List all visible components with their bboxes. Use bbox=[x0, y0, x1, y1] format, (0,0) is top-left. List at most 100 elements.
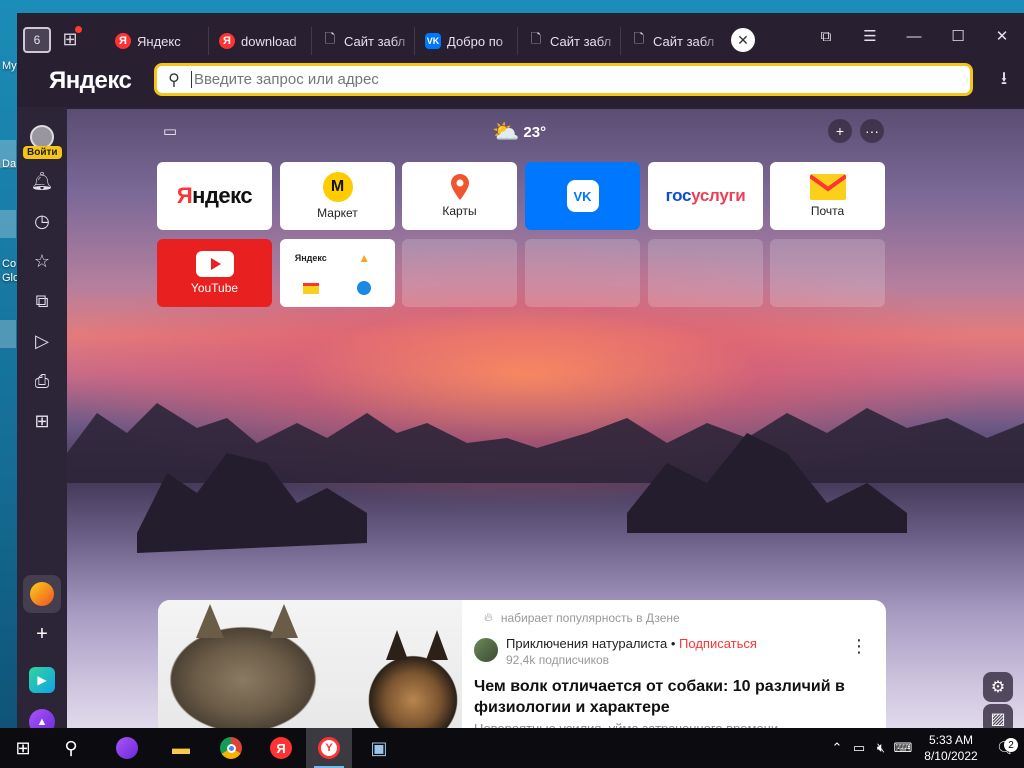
tabs-panel-button[interactable]: ▭ bbox=[159, 122, 181, 140]
tile-empty[interactable] bbox=[770, 239, 885, 307]
tab[interactable]: Я Яндекс bbox=[105, 27, 208, 55]
desktop-icon-label[interactable]: Da bbox=[2, 158, 16, 170]
add-tile-button[interactable]: + bbox=[828, 119, 852, 143]
settings-button[interactable]: ⚙ bbox=[983, 672, 1013, 702]
yandex-browser-taskbar-button[interactable]: Y bbox=[306, 728, 352, 768]
keyboard-icon[interactable]: ⌨ bbox=[892, 740, 914, 756]
omnibox-input[interactable] bbox=[191, 71, 951, 88]
partly-cloudy-icon: ⛅ bbox=[492, 119, 520, 144]
tile-empty[interactable] bbox=[525, 239, 640, 307]
tab-title: Сайт забл bbox=[344, 33, 406, 49]
plus-icon: + bbox=[36, 622, 48, 645]
collections-button[interactable]: ⧉ bbox=[804, 19, 848, 53]
close-window-button[interactable]: ✕ bbox=[980, 19, 1024, 53]
weather-widget[interactable]: ⛅ 23° bbox=[492, 119, 546, 145]
tab-title: Добро по bbox=[447, 33, 503, 49]
tab[interactable]: 🗋 Сайт забл bbox=[517, 27, 620, 55]
tile-maps[interactable]: Карты bbox=[402, 162, 517, 230]
screenshot-icon[interactable]: ⎙ bbox=[30, 369, 54, 393]
yandex-browser-icon: Y bbox=[318, 737, 340, 759]
tile-yandex[interactable]: Яндекс bbox=[157, 162, 272, 230]
download-icon: ⭳ bbox=[1000, 68, 1008, 88]
menu-button[interactable]: ☰ bbox=[848, 19, 892, 53]
add-panel-button[interactable]: + bbox=[23, 615, 61, 653]
play-icon[interactable]: ▷ bbox=[30, 329, 54, 353]
tile-empty[interactable] bbox=[402, 239, 517, 307]
search-icon: ⚲ bbox=[64, 737, 78, 758]
volume-muted-icon[interactable]: 🔇︎ bbox=[870, 740, 892, 756]
minimize-button[interactable]: — bbox=[892, 19, 936, 53]
zen-news-card[interactable]: 🔥︎ набирает популярность в Дзене Приключ… bbox=[158, 600, 886, 740]
tile-market[interactable]: M Маркет bbox=[280, 162, 395, 230]
yandex-logo-rest: ндекс bbox=[192, 183, 253, 208]
maximize-button[interactable]: ☐ bbox=[936, 19, 980, 53]
tab[interactable]: Яdownload bbox=[208, 27, 311, 55]
tile-folder[interactable]: Яндекс ▲ bbox=[280, 239, 395, 307]
omnibox[interactable]: ⚲ bbox=[154, 63, 973, 96]
close-tab-button[interactable]: ✕ bbox=[731, 28, 755, 52]
search-icon: ⚲ bbox=[168, 71, 180, 89]
gear-icon: ⚙ bbox=[990, 679, 1006, 696]
network-icon[interactable]: ▭ bbox=[848, 740, 870, 756]
collections-icon[interactable]: ⧉ bbox=[30, 289, 54, 313]
alice-taskbar-button[interactable] bbox=[104, 728, 150, 768]
folder-yandex-label: Яндекс bbox=[294, 253, 327, 263]
tab-title: download bbox=[241, 33, 297, 49]
mail-app-icon bbox=[30, 582, 54, 606]
chevron-up-icon[interactable]: ⌃ bbox=[826, 740, 848, 756]
app-taskbar-button[interactable]: ▣ bbox=[356, 728, 402, 768]
channel-info: Приключения натуралиста • Подписаться 92… bbox=[506, 636, 757, 667]
channel-name[interactable]: Приключения натуралиста bbox=[506, 636, 667, 651]
weather-temp: 23° bbox=[523, 123, 547, 141]
explorer-button[interactable]: ▬ bbox=[158, 728, 204, 768]
desktop-icon[interactable] bbox=[0, 320, 16, 348]
start-button[interactable]: ⊞ bbox=[0, 728, 46, 768]
tab[interactable]: 🗋 Сайт забл bbox=[311, 27, 414, 55]
tile-mail[interactable]: Почта bbox=[770, 162, 885, 230]
gosuslugi-logo-part: услуги bbox=[691, 186, 746, 205]
tile-youtube[interactable]: YouTube bbox=[157, 239, 272, 307]
alice-icon bbox=[116, 737, 138, 759]
map-pin-icon bbox=[450, 174, 469, 200]
tab[interactable]: 🗋 Сайт забл bbox=[620, 27, 723, 55]
star-icon[interactable]: ☆ bbox=[30, 249, 54, 273]
new-tab-button[interactable]: ⊞ bbox=[57, 26, 83, 51]
tile-gosuslugi[interactable]: госуслуги bbox=[648, 162, 763, 230]
channel-avatar[interactable] bbox=[474, 638, 498, 662]
login-button[interactable]: Войти bbox=[23, 146, 62, 159]
tab-count-button[interactable]: 6 bbox=[23, 27, 51, 53]
subscribe-link[interactable]: Подписаться bbox=[679, 636, 757, 651]
clock[interactable]: 5:33 AM 8/10/2022 bbox=[914, 732, 988, 764]
clock-time: 5:33 AM bbox=[928, 733, 974, 747]
chrome-button[interactable] bbox=[208, 728, 254, 768]
yandex-taskbar-button[interactable]: Я bbox=[258, 728, 304, 768]
bell-icon[interactable]: 🔔︎ bbox=[30, 169, 54, 193]
tile-empty[interactable] bbox=[648, 239, 763, 307]
tab[interactable]: VK Добро по bbox=[414, 27, 517, 55]
vk-favicon-icon: VK bbox=[425, 33, 441, 49]
folder-item-yandex: Яндекс bbox=[286, 245, 336, 271]
sidebar-mail-button[interactable] bbox=[23, 575, 61, 613]
tile-vk[interactable]: VK bbox=[525, 162, 640, 230]
address-row: Яндекс ⚲ ⭳ bbox=[17, 59, 1024, 107]
search-button[interactable]: ⚲ bbox=[48, 728, 94, 768]
more-options-icon[interactable]: ⋮ bbox=[850, 636, 868, 657]
history-icon[interactable]: ◷ bbox=[30, 209, 54, 233]
news-image bbox=[158, 600, 468, 740]
desktop-icon-label[interactable]: My bbox=[2, 60, 17, 72]
desktop-icon-label[interactable]: Co bbox=[2, 258, 16, 270]
desktop-icon[interactable] bbox=[0, 210, 16, 238]
mail-icon bbox=[302, 282, 319, 294]
downloads-button[interactable]: ⭳ bbox=[992, 68, 1016, 93]
notifications-button[interactable]: 🗨︎ 2 bbox=[988, 738, 1024, 758]
tab-title: Сайт забл bbox=[550, 33, 612, 49]
mail-icon bbox=[809, 174, 846, 200]
document-favicon-icon: 🗋 bbox=[633, 31, 645, 46]
channel-row: Приключения натуралиста • Подписаться 92… bbox=[474, 636, 757, 667]
more-button[interactable]: ··· bbox=[860, 119, 884, 143]
apps-icon[interactable]: ⊞ bbox=[30, 409, 54, 433]
news-title[interactable]: Чем волк отличается от собаки: 10 различ… bbox=[474, 676, 854, 718]
sidebar-play-app-button[interactable]: ▶ bbox=[23, 661, 61, 699]
dog-ear bbox=[426, 630, 448, 660]
yandex-logo[interactable]: Яндекс bbox=[49, 67, 132, 95]
